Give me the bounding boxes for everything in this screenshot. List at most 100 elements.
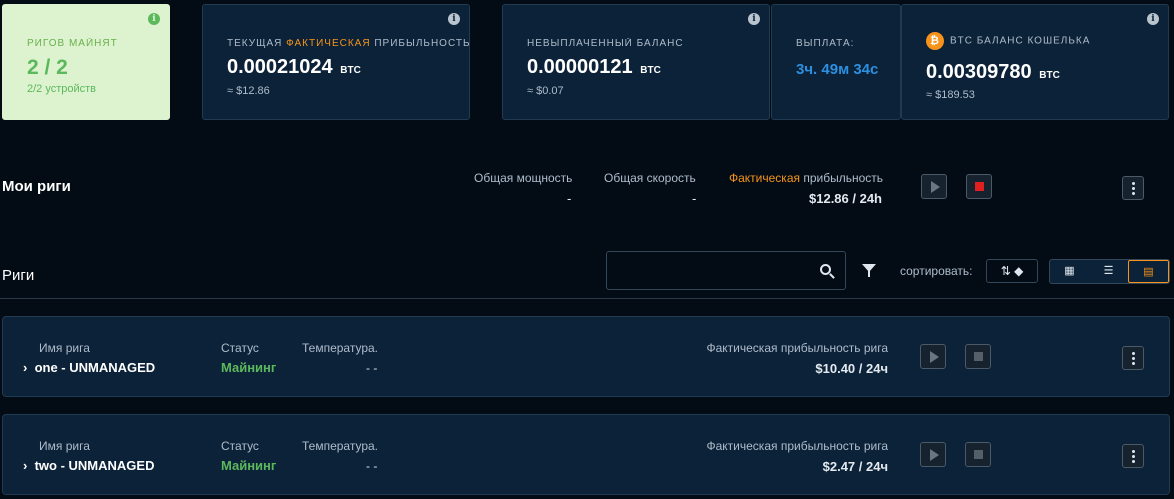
- view-toggle: ▦ ☰ ▤: [1049, 259, 1170, 284]
- rig-name-label: Имя рига: [39, 341, 90, 355]
- unpaid-balance-value: 0.00000121 BTC: [527, 56, 661, 79]
- unpaid-balance-usd: ≈ $0.07: [527, 85, 564, 97]
- kebab-dot: [1132, 362, 1135, 365]
- rig-row[interactable]: Имя рига › two - UNMANAGED Статус Майнин…: [2, 414, 1170, 495]
- wallet-balance-card: i ₿ BTC БАЛАНС КОШЕЛЬКА 0.00309780 BTC ≈ …: [901, 4, 1169, 120]
- wallet-balance-usd: ≈ $189.53: [926, 89, 975, 101]
- stop-icon: [975, 182, 984, 191]
- rig-name-text: one - UNMANAGED: [34, 360, 156, 375]
- rig-stop-button[interactable]: [965, 344, 991, 369]
- payout-countdown: 3ч. 49м 34с: [796, 61, 879, 78]
- stop-icon: [974, 352, 983, 361]
- rig-profit: $2.47 / 24ч: [822, 459, 888, 474]
- rig-name-label: Имя рига: [39, 439, 90, 453]
- my-rigs-title: Мои риги: [2, 178, 71, 195]
- current-profit-label: ТЕКУЩАЯ ФАКТИЧЕСКАЯ ПРИБЫЛЬНОСТЬ: [227, 38, 471, 49]
- rig-start-button[interactable]: [920, 344, 946, 369]
- info-icon[interactable]: i: [148, 13, 160, 25]
- current-profit-label-highlight: ФАКТИЧЕСКАЯ: [286, 38, 371, 49]
- grid-view-icon[interactable]: ▦: [1050, 260, 1089, 283]
- wallet-balance-amount: 0.00309780: [926, 61, 1032, 83]
- kebab-dot: [1132, 187, 1135, 190]
- total-power-label: Общая мощность: [474, 171, 573, 185]
- wallet-balance-label-text: BTC БАЛАНС КОШЕЛЬКА: [950, 35, 1091, 47]
- rigs-mining-label: РИГОВ МАЙНЯТ: [27, 38, 118, 49]
- play-icon: [930, 449, 939, 461]
- rig-profit: $10.40 / 24ч: [815, 361, 888, 376]
- kebab-dot: [1132, 455, 1135, 458]
- total-power-value: -: [567, 191, 572, 206]
- kebab-dot: [1132, 192, 1135, 195]
- rig-profit-label: Фактическая прибыльность рига: [706, 439, 889, 453]
- kebab-dot: [1132, 450, 1135, 453]
- play-icon: [931, 181, 940, 193]
- rig-row[interactable]: Имя рига › one - UNMANAGED Статус Майнин…: [2, 316, 1170, 397]
- rig-status-label: Статус: [221, 341, 259, 355]
- rig-temp-label: Температура.: [302, 439, 379, 453]
- rigs-mining-value: 2 / 2: [27, 56, 68, 79]
- rig-temp: - -: [366, 361, 378, 375]
- unpaid-balance-card: i НЕВЫПЛАЧЕННЫЙ БАЛАНС 0.00000121 BTC ≈ …: [502, 4, 770, 120]
- list-view-icon[interactable]: ☰: [1089, 260, 1128, 283]
- expanded-view-icon[interactable]: ▤: [1128, 260, 1169, 283]
- my-rigs-menu-button[interactable]: [1122, 176, 1144, 200]
- kebab-dot: [1132, 460, 1135, 463]
- rig-status-label: Статус: [221, 439, 259, 453]
- rigs-mining-card: i РИГОВ МАЙНЯТ 2 / 2 2/2 устройств: [2, 4, 170, 120]
- section-divider: [0, 298, 1174, 299]
- kebab-dot: [1132, 182, 1135, 185]
- chevron-right-icon[interactable]: ›: [23, 458, 27, 473]
- bitcoin-icon: ₿: [926, 32, 944, 50]
- rigs-section-title: Риги: [2, 267, 35, 284]
- unpaid-balance-unit: BTC: [640, 65, 661, 76]
- rig-status: Майнинг: [221, 360, 277, 375]
- rig-search-input[interactable]: [606, 251, 846, 290]
- total-profit-label: Фактическая прибыльность: [729, 171, 883, 185]
- current-profit-label-pre: ТЕКУЩАЯ: [227, 38, 287, 49]
- rig-name[interactable]: › one - UNMANAGED: [23, 360, 155, 375]
- rig-profit-label: Фактическая прибыльность рига: [706, 341, 889, 355]
- rig-temp: - -: [366, 459, 378, 473]
- wallet-balance-value: 0.00309780 BTC: [926, 61, 1060, 84]
- current-profit-label-post: ПРИБЫЛЬНОСТЬ: [370, 38, 471, 49]
- current-profit-card: i ТЕКУЩАЯ ФАКТИЧЕСКАЯ ПРИБЫЛЬНОСТЬ 0.000…: [202, 4, 470, 120]
- filter-icon[interactable]: [862, 264, 876, 277]
- info-icon[interactable]: i: [1147, 13, 1159, 25]
- payout-card: ВЫПЛАТА: 3ч. 49м 34с: [771, 4, 901, 120]
- rig-name[interactable]: › two - UNMANAGED: [23, 458, 154, 473]
- rigs-mining-devices: 2/2 устройств: [27, 83, 97, 95]
- kebab-dot: [1132, 357, 1135, 360]
- chevron-right-icon[interactable]: ›: [23, 360, 27, 375]
- rig-menu-button[interactable]: [1122, 346, 1144, 370]
- info-icon[interactable]: i: [748, 13, 760, 25]
- wallet-balance-label: ₿ BTC БАЛАНС КОШЕЛЬКА: [926, 32, 1090, 50]
- info-icon[interactable]: i: [448, 13, 460, 25]
- rig-menu-button[interactable]: [1122, 444, 1144, 468]
- total-speed-value: -: [692, 191, 697, 206]
- total-speed-label: Общая скорость: [604, 171, 696, 185]
- stop-all-button[interactable]: [966, 174, 992, 199]
- rig-temp-label: Температура.: [302, 341, 379, 355]
- kebab-dot: [1132, 352, 1135, 355]
- payout-label: ВЫПЛАТА:: [796, 38, 855, 49]
- sort-dropdown[interactable]: ⇅ ◆: [986, 259, 1038, 283]
- unpaid-balance-label: НЕВЫПЛАЧЕННЫЙ БАЛАНС: [527, 38, 684, 49]
- start-all-button[interactable]: [921, 174, 947, 199]
- total-profit-label-highlight: Фактическая: [729, 171, 800, 185]
- search-icon[interactable]: [820, 264, 831, 275]
- current-profit-usd: ≈ $12.86: [227, 85, 270, 97]
- total-profit-label-rest: прибыльность: [800, 171, 884, 185]
- total-profit-value: $12.86 / 24h: [809, 191, 882, 206]
- current-profit-unit: BTC: [340, 65, 361, 76]
- rig-start-button[interactable]: [920, 442, 946, 467]
- unpaid-balance-amount: 0.00000121: [527, 56, 633, 78]
- play-icon: [930, 351, 939, 363]
- sort-label: сортировать:: [900, 264, 973, 278]
- rig-status: Майнинг: [221, 458, 277, 473]
- stop-icon: [974, 450, 983, 459]
- rig-name-text: two - UNMANAGED: [34, 458, 155, 473]
- current-profit-value: 0.00021024 BTC: [227, 56, 361, 79]
- current-profit-amount: 0.00021024: [227, 56, 333, 78]
- wallet-balance-unit: BTC: [1039, 70, 1060, 81]
- rig-stop-button[interactable]: [965, 442, 991, 467]
